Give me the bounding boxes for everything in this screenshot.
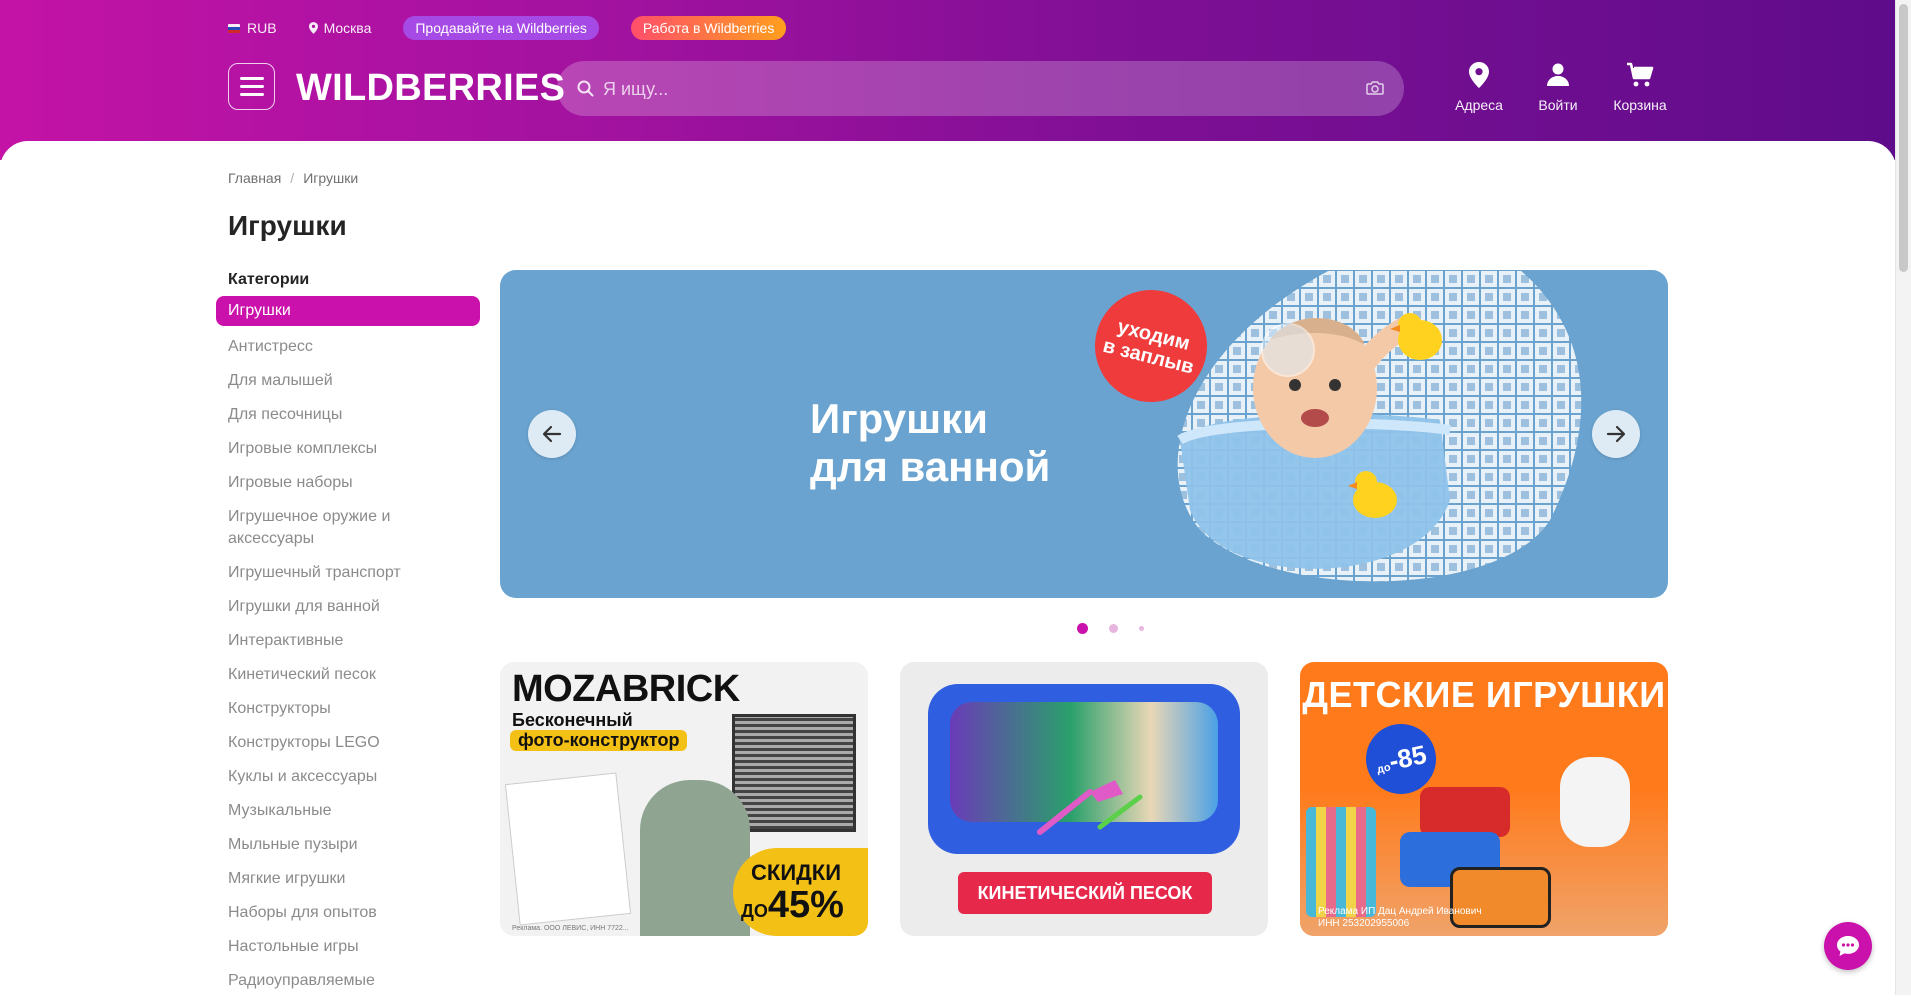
breadcrumb-separator: /: [290, 170, 295, 186]
kinetic-sand-label: КИНЕТИЧЕСКИЙ ПЕСОК: [958, 872, 1212, 914]
toy-shovel-icon: [1037, 780, 1143, 835]
arrow-right-icon: [1606, 425, 1626, 443]
page-title: Игрушки: [228, 210, 347, 241]
city-selector[interactable]: Москва: [308, 20, 372, 36]
category-item[interactable]: Игрушки для ванной: [216, 596, 480, 618]
city-label: Москва: [323, 20, 372, 36]
carousel-dot[interactable]: [1109, 624, 1118, 633]
category-item[interactable]: Антистресс: [216, 336, 480, 358]
category-list: Игрушки Антистресс Для малышей Для песоч…: [216, 296, 480, 1004]
carousel-pagination: [1077, 623, 1165, 634]
sale-percent: 45%: [767, 884, 844, 926]
user-icon: [1547, 63, 1569, 86]
category-item[interactable]: Игровые комплексы: [216, 438, 480, 460]
scrollbar-thumb[interactable]: [1899, 4, 1908, 272]
promo-card-kinetic-sand[interactable]: КИНЕТИЧЕСКИЙ ПЕСОК: [900, 662, 1268, 936]
cart-icon: [1627, 62, 1654, 87]
category-item[interactable]: Мыльные пузыри: [216, 834, 480, 856]
burger-line: [239, 85, 264, 88]
breadcrumb-current[interactable]: Игрушки: [303, 170, 358, 186]
chat-icon: [1837, 936, 1859, 956]
category-item[interactable]: Игровые наборы: [216, 472, 480, 494]
sale-badge: СКИДКИ ДО45%: [733, 848, 868, 936]
product-box-image: [504, 772, 632, 926]
category-item[interactable]: Конструкторы: [216, 698, 480, 720]
magnetic-blocks-toy: [1306, 807, 1376, 917]
sale-label: СКИДКИ: [751, 860, 842, 885]
banner-title-line1: Игрушки: [810, 395, 988, 442]
breadcrumb: Главная / Игрушки: [228, 170, 358, 186]
category-item[interactable]: Игрушечный транспорт: [216, 562, 480, 584]
cart-label: Корзина: [1613, 97, 1667, 113]
banner-title: Игрушки для ванной: [810, 395, 1050, 491]
category-item[interactable]: Наборы для опытов: [216, 902, 480, 924]
breadcrumb-home[interactable]: Главная: [228, 170, 281, 186]
burger-line: [239, 93, 264, 96]
work-at-wildberries-link[interactable]: Работа в Wildberries: [630, 16, 787, 40]
promo-subtitle: Бесконечный: [512, 710, 633, 730]
ad-line2: ИНН 253202955006: [1318, 918, 1410, 929]
categories-title: Категории: [228, 271, 310, 288]
arrow-left-icon: [542, 425, 562, 443]
currency-label: RUB: [247, 20, 277, 36]
location-pin-icon: [308, 22, 318, 34]
carousel-dot[interactable]: [1139, 626, 1144, 631]
cart-button[interactable]: Корзина: [1605, 62, 1675, 113]
location-pin-icon: [1469, 62, 1489, 88]
toy-car-red: [1420, 787, 1510, 837]
promo-subtitle-highlight: фото-конструктор: [510, 730, 688, 751]
promo-title: ДЕТСКИЕ ИГРУШКИ: [1302, 674, 1666, 715]
category-item[interactable]: Музыкальные: [216, 800, 480, 822]
woman-with-dog-image: [640, 780, 750, 936]
category-item[interactable]: Мягкие игрушки: [216, 868, 480, 890]
category-item-active[interactable]: Игрушки: [216, 296, 480, 326]
category-item[interactable]: Настольные игры: [216, 936, 480, 958]
bathtub-baby-illustration: [1177, 270, 1582, 582]
search-input[interactable]: [601, 61, 1305, 118]
category-item[interactable]: Для малышей: [216, 370, 480, 392]
hero-banner[interactable]: уходим в заплыв Игрушки для ванной: [500, 270, 1668, 598]
mosaic-portrait-image: [732, 714, 856, 832]
category-item[interactable]: Игрушечное оружие и аксессуары: [216, 506, 440, 550]
logo[interactable]: WILDBERRIES: [296, 66, 565, 110]
currency-selector[interactable]: RUB: [228, 20, 277, 36]
ad-line1: Реклама ИП Дац Андрей Иванович: [1318, 906, 1482, 917]
addresses-label: Адреса: [1455, 97, 1503, 113]
discount-value: -85: [1386, 738, 1430, 777]
ad-disclaimer: Реклама. ООО ЛЕВИС, ИНН 7722...: [512, 925, 629, 932]
promo-card-mozabrick[interactable]: MOZABRICK Бесконечный фото-конструктор С…: [500, 662, 868, 936]
login-label: Войти: [1538, 97, 1578, 113]
carousel-prev-button[interactable]: [528, 410, 576, 458]
login-button[interactable]: Войти: [1523, 62, 1593, 113]
menu-button[interactable]: [228, 63, 275, 110]
sell-on-wildberries-link[interactable]: Продавайте на Wildberries: [403, 16, 599, 40]
burger-line: [239, 77, 264, 80]
category-item[interactable]: Конструкторы LEGO: [216, 732, 480, 754]
category-item[interactable]: Куклы и аксессуары: [216, 766, 480, 788]
sale-prefix: ДО: [741, 901, 768, 921]
chat-button[interactable]: [1824, 922, 1872, 970]
category-item[interactable]: Для песочницы: [216, 404, 480, 426]
category-item[interactable]: Интерактивные: [216, 630, 480, 652]
category-item[interactable]: Радиоуправляемые: [216, 970, 480, 992]
carousel-next-button[interactable]: [1592, 410, 1640, 458]
robot-dog-toy: [1560, 757, 1630, 847]
search-icon: [577, 80, 594, 97]
camera-icon[interactable]: [1366, 80, 1384, 96]
header: RUB Москва Продавайте на Wildberries Раб…: [0, 0, 1911, 160]
sale-value: ДО45%: [741, 884, 844, 927]
russia-flag-icon: [228, 23, 240, 33]
banner-title-line2: для ванной: [810, 443, 1051, 490]
ad-disclaimer: Реклама ИП Дац Андрей Иванович ИНН 25320…: [1318, 906, 1482, 930]
promo-brand: MOZABRICK: [512, 668, 740, 710]
header-topline: RUB Москва Продавайте на Wildberries Раб…: [228, 16, 818, 40]
search-bar: [557, 61, 1404, 118]
promo-card-kids-toys[interactable]: ДЕТСКИЕ ИГРУШКИ до-85 Реклама ИП Дац Анд…: [1300, 662, 1668, 936]
category-item[interactable]: Кинетический песок: [216, 664, 480, 686]
carousel-dot-active[interactable]: [1077, 623, 1088, 634]
addresses-button[interactable]: Адреса: [1444, 62, 1514, 113]
page-scrollbar[interactable]: [1895, 0, 1911, 995]
